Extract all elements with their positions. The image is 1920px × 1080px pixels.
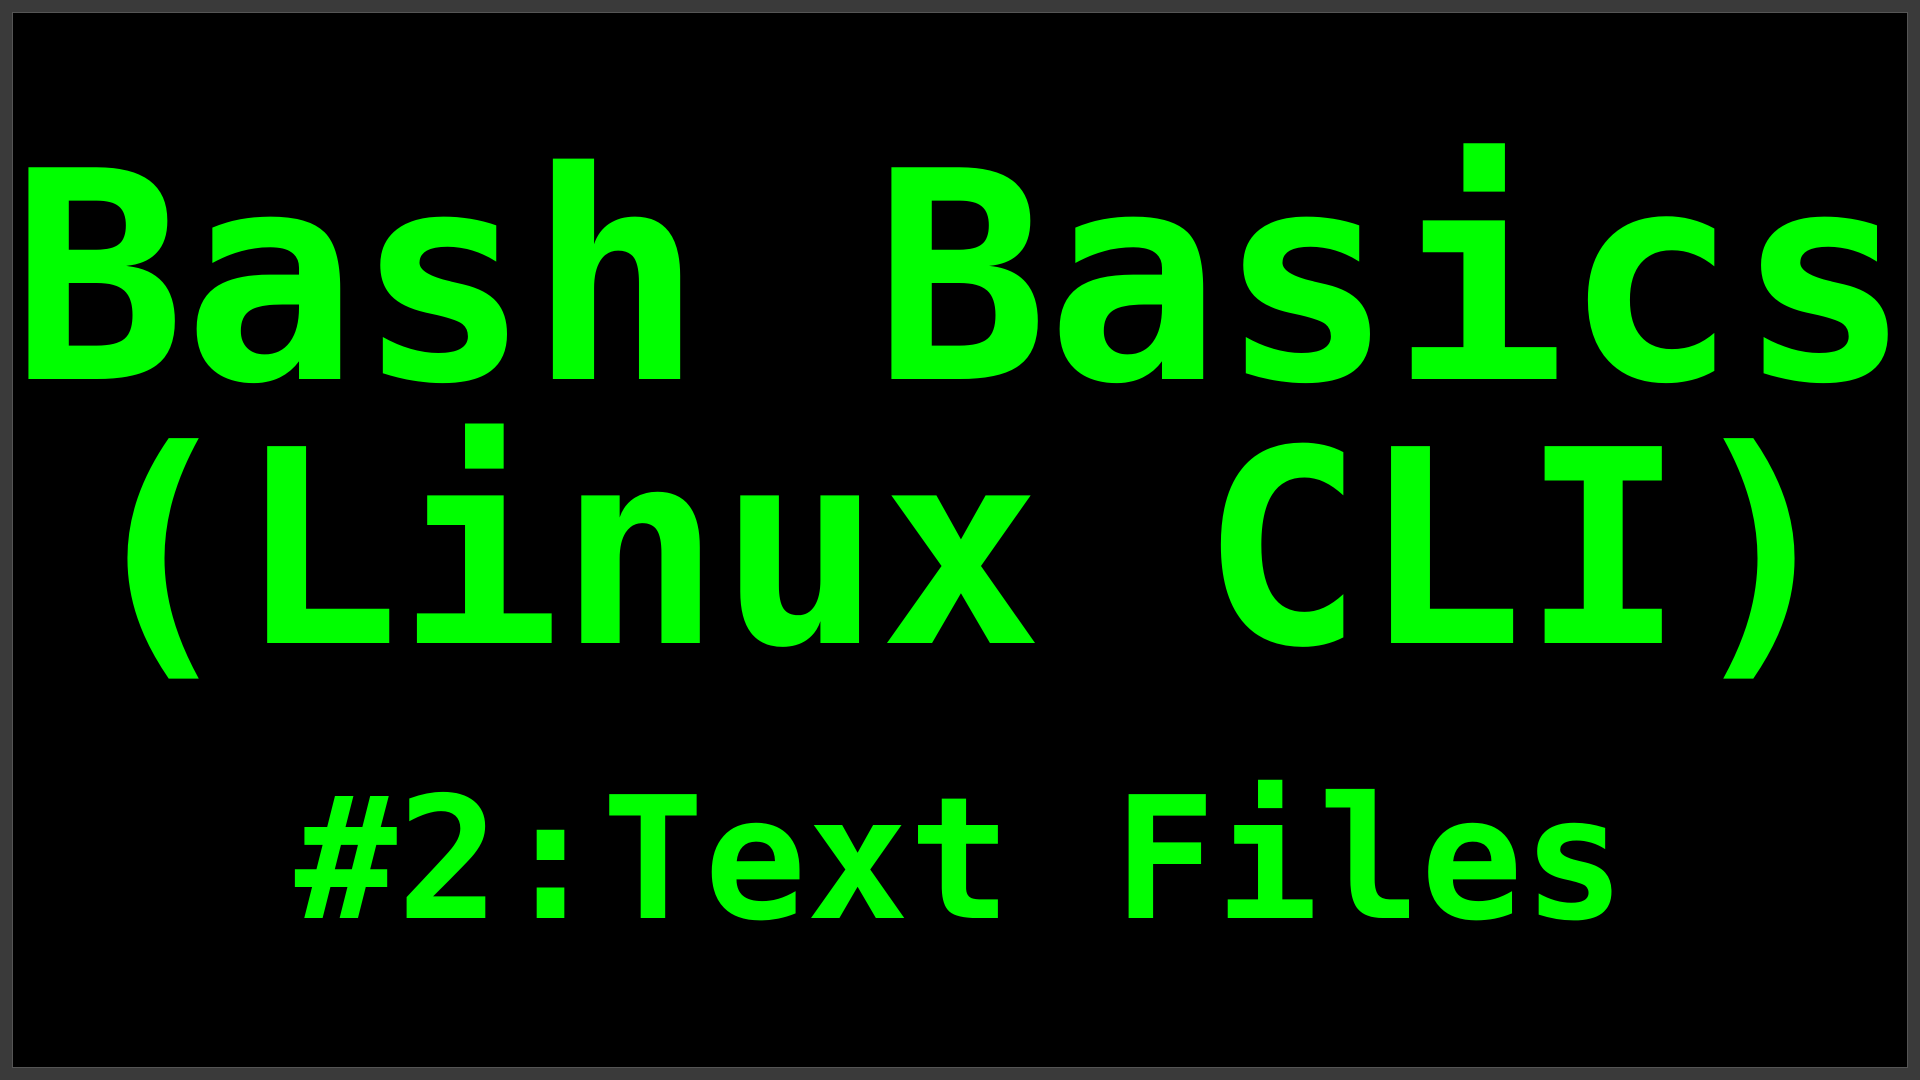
slide-episode: #2:Text Files <box>295 775 1626 945</box>
slide-subtitle: (Linux CLI) <box>77 415 1843 685</box>
title-slide: Bash Basics (Linux CLI) #2:Text Files <box>12 12 1908 1068</box>
slide-title: Bash Basics <box>11 135 1910 425</box>
